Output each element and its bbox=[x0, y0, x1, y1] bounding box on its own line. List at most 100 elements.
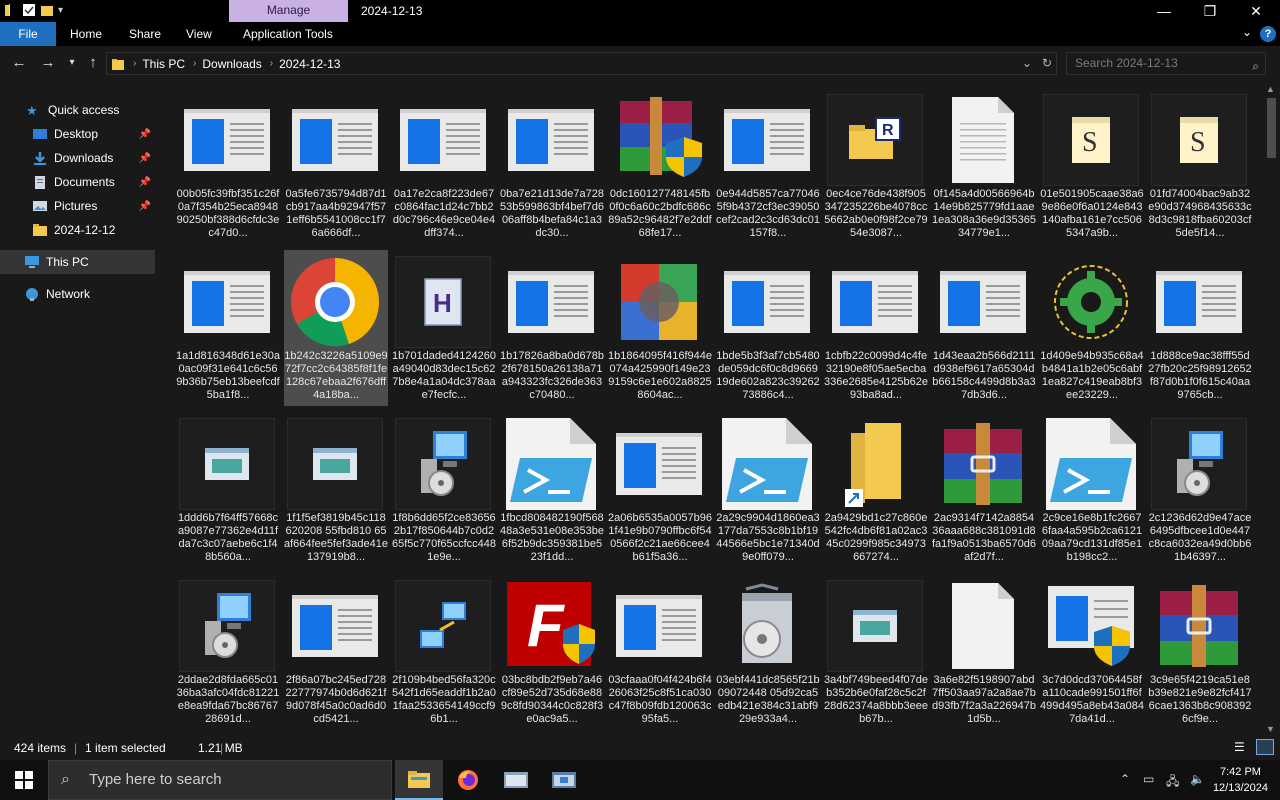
new-folder-icon[interactable] bbox=[40, 3, 54, 17]
manage-tab[interactable]: Manage bbox=[229, 0, 348, 22]
volume-icon[interactable]: 🔈 bbox=[1190, 772, 1205, 786]
recent-locations-icon[interactable]: ▾ bbox=[63, 57, 81, 68]
file-name: 1ddd6b7f64ff57668ca9087e77362e4d11fda7c3… bbox=[177, 512, 279, 563]
file-item[interactable]: 0dc160127748145fb0f0c6a60c2bdfc686c89a52… bbox=[608, 88, 712, 244]
sidebar-item-desktop[interactable]: Desktop 📌 bbox=[0, 122, 155, 146]
file-item[interactable]: 1d409e94b935c68a4b4841a1b2e05c6abf1ea827… bbox=[1040, 250, 1144, 406]
file-item[interactable]: 0f145a4d00566964b14e9b825779fd1aae1ea308… bbox=[932, 88, 1036, 244]
taskbar-firefox[interactable] bbox=[444, 760, 492, 800]
start-button[interactable] bbox=[0, 760, 48, 800]
file-item[interactable]: 1f1f5ef3819b45c118620208 55fbd810 65af66… bbox=[284, 412, 388, 568]
forward-arrow-icon[interactable]: → bbox=[39, 54, 57, 71]
taskbar-clock[interactable]: 7:42 PM 12/13/2024 bbox=[1213, 764, 1268, 796]
file-item[interactable]: 0ba7e21d13de7a72853b599863bf4bef7d606aff… bbox=[500, 88, 604, 244]
file-item[interactable]: 03cfaaa0f04f424b6f426063f25c8f51ca030c47… bbox=[608, 574, 712, 730]
breadcrumb-downloads[interactable]: Downloads bbox=[202, 57, 261, 71]
file-item[interactable]: 2c1236d62d9e47ace6495dfbcee1d0e447c8ca60… bbox=[1148, 412, 1252, 568]
properties-icon[interactable] bbox=[22, 3, 36, 17]
refresh-icon[interactable]: ↻ bbox=[1042, 56, 1052, 70]
file-item[interactable]: 2a9429bd1c27c860e542fc4db6f81a02ac345c02… bbox=[824, 412, 928, 568]
scroll-up-icon[interactable]: ▲ bbox=[1266, 84, 1275, 94]
file-item[interactable]: 2c9ce16e8b1fc26676faa4a595b2ca612109aa79… bbox=[1040, 412, 1144, 568]
file-item[interactable]: 1fbcd808482190f56848a3e531e08e353be6f52b… bbox=[500, 412, 604, 568]
file-item[interactable]: 00b05fc39fbf351c26f0a7f354b25eca89489025… bbox=[176, 88, 280, 244]
sidebar-item-pictures[interactable]: Pictures 📌 bbox=[0, 194, 155, 218]
search-input[interactable]: Search 2024-12-13 ⌕ bbox=[1066, 52, 1266, 75]
tab-share[interactable]: Share bbox=[120, 22, 170, 46]
address-dropdown-icon[interactable]: ⌄ bbox=[1022, 56, 1032, 70]
file-item[interactable]: 1d888ce9ac38fff55d27fb20c25f98912652f87d… bbox=[1148, 250, 1252, 406]
file-item[interactable]: 2ac9314f7142a885436aaa688c381091d8fa1f9a… bbox=[932, 412, 1036, 568]
file-item[interactable]: 3a4bf749beed4f07deb352b6e0faf28c5c2f28d6… bbox=[824, 574, 928, 730]
tab-file[interactable]: File bbox=[0, 22, 56, 46]
file-item[interactable]: S 01fd74004bac9ab32e90d374968435633c8d3c9… bbox=[1148, 88, 1252, 244]
back-arrow-icon[interactable]: ← bbox=[10, 54, 28, 71]
sidebar-item-network[interactable]: Network bbox=[0, 282, 155, 306]
file-item[interactable]: 1b1864095f416f944e074a425990f149e239159c… bbox=[608, 250, 712, 406]
file-item[interactable]: 1d43eaa2b566d2111d938ef9617a65304db66158… bbox=[932, 250, 1036, 406]
minimize-button[interactable]: — bbox=[1141, 0, 1187, 22]
sidebar-item-documents[interactable]: Documents 📌 bbox=[0, 170, 155, 194]
maximize-button[interactable]: ❐ bbox=[1187, 0, 1233, 22]
taskbar-file-explorer[interactable] bbox=[395, 760, 443, 800]
file-item[interactable]: 0e944d5857ca770465f9b4372cf3ec39050cef2c… bbox=[716, 88, 820, 244]
breadcrumb-this-pc[interactable]: This PC bbox=[142, 57, 185, 71]
file-item[interactable]: 2a29c9904d1860ea3177da7553c8b1bf1944566e… bbox=[716, 412, 820, 568]
file-item[interactable]: 2ddae2d8fda665c0136ba3afc04fdc81221e8ea9… bbox=[176, 574, 280, 730]
file-item[interactable]: 1cbfb22c0099d4c4fe32190e8f05ae5ecba336e2… bbox=[824, 250, 928, 406]
tab-application-tools[interactable]: Application Tools bbox=[234, 22, 342, 46]
file-item[interactable]: 3c9e65f4219ca51e8b39e821e9e82fcf4176cae1… bbox=[1148, 574, 1252, 730]
show-hidden-icons-icon[interactable]: ⌃ bbox=[1120, 772, 1130, 786]
file-item[interactable]: 1f8b6dd65f2ce836562b17f850644b7c0d265f5c… bbox=[392, 412, 496, 568]
file-item[interactable]: R 0ec4ce76de438f905347235226be4078cc5662a… bbox=[824, 88, 928, 244]
file-name: 0ba7e21d13de7a72853b599863bf4bef7d606aff… bbox=[500, 188, 605, 239]
file-item[interactable]: 03ebf441dc8565f21b09072448 05d92ca5edb42… bbox=[716, 574, 820, 730]
file-item[interactable]: H 1b701daded4124260a49040d83dec15c627b8e4… bbox=[392, 250, 496, 406]
search-icon[interactable]: ⌕ bbox=[1252, 56, 1259, 77]
close-button[interactable]: ✕ bbox=[1233, 0, 1279, 22]
dialog-dark-icon bbox=[827, 580, 923, 672]
address-bar[interactable]: › This PC › Downloads › 2024-12-13 ⌄ ↻ bbox=[106, 52, 1057, 75]
network-status-icon[interactable]: 🖧 bbox=[1166, 772, 1179, 793]
file-item[interactable]: 2a06b6535a0057b961f41e9b0790ffbc6f540566… bbox=[608, 412, 712, 568]
tray-app-icon[interactable]: ▭ bbox=[1143, 772, 1154, 786]
sidebar-item-quick-access[interactable]: ★ Quick access bbox=[0, 98, 155, 122]
file-item[interactable]: S 01e501905caae38a69e86e0f6a0124e843140af… bbox=[1040, 88, 1144, 244]
file-item[interactable]: 3a6e82f5198907abd7ff503aa97a2a8ae7bd93fb… bbox=[932, 574, 1036, 730]
registry-icon: R bbox=[827, 94, 923, 186]
network-icon bbox=[26, 288, 38, 301]
details-view-icon[interactable]: ☰ bbox=[1234, 740, 1245, 754]
scroll-down-icon[interactable]: ▼ bbox=[1266, 724, 1275, 734]
up-arrow-icon[interactable]: ↑ bbox=[84, 54, 102, 71]
file-name: 03cfaaa0f04f424b6f426063f25c8f51ca030c47… bbox=[608, 674, 712, 725]
sidebar-item-this-pc[interactable]: This PC bbox=[0, 250, 155, 274]
file-item[interactable]: 1ddd6b7f64ff57668ca9087e77362e4d11fda7c3… bbox=[176, 412, 280, 568]
large-icons-view-icon[interactable] bbox=[1256, 739, 1274, 755]
file-item[interactable]: 2f109b4bed56fa320c542f1d65eaddf1b2a01faa… bbox=[392, 574, 496, 730]
file-item[interactable]: 3c7d0dcd37064458fa110cade991501ff6f499d4… bbox=[1040, 574, 1144, 730]
folder-icon[interactable] bbox=[4, 3, 18, 17]
file-item[interactable]: 0a17e2ca8f223de67c0864fac1d24c7bb2d0c796… bbox=[392, 88, 496, 244]
file-item[interactable]: 0a5fe6735794d87d1cb917aa4b92947f571eff6b… bbox=[284, 88, 388, 244]
scrollbar-thumb[interactable] bbox=[1267, 98, 1276, 158]
breadcrumb-current-folder[interactable]: 2024-12-13 bbox=[279, 57, 340, 71]
customize-toolbar-icon[interactable]: ▾ bbox=[58, 5, 63, 16]
taskbar-app-window-2[interactable] bbox=[540, 760, 588, 800]
expand-ribbon-icon[interactable]: ⌄ bbox=[1242, 25, 1252, 39]
file-item[interactable]: 1b17826a8ba0d678b2f678150a26138a71a94332… bbox=[500, 250, 604, 406]
vertical-scrollbar[interactable]: ▲ ▼ bbox=[1263, 82, 1280, 736]
file-item[interactable]: 1b242c3226a5109e972f7cc2c64385f8f1fe128c… bbox=[284, 250, 388, 406]
file-item[interactable]: 1bde5b3f3af7cb5480de059dc6f0c8d966919de6… bbox=[716, 250, 820, 406]
item-count: 424 items bbox=[14, 741, 67, 755]
sidebar-item-2024-12-12[interactable]: 2024-12-12 bbox=[0, 218, 155, 242]
taskbar-search-box[interactable]: ⌕ Type here to search bbox=[48, 760, 392, 800]
help-icon[interactable]: ? bbox=[1260, 26, 1276, 42]
tab-view[interactable]: View bbox=[177, 22, 221, 46]
taskbar-app-window[interactable] bbox=[492, 760, 540, 800]
tab-home[interactable]: Home bbox=[61, 22, 111, 46]
file-item[interactable]: 2f86a07bc245ed72822777974b0d6d621f9d078f… bbox=[284, 574, 388, 730]
file-explorer-icon bbox=[408, 771, 430, 788]
file-item[interactable]: 1a1d816348d61e30a0ac09f31e641c6c569b36b7… bbox=[176, 250, 280, 406]
sidebar-item-downloads[interactable]: Downloads 📌 bbox=[0, 146, 155, 170]
file-item[interactable]: F 03bc8bdb2f9eb7a46cf89e52d735d68e889c8fd… bbox=[500, 574, 604, 730]
